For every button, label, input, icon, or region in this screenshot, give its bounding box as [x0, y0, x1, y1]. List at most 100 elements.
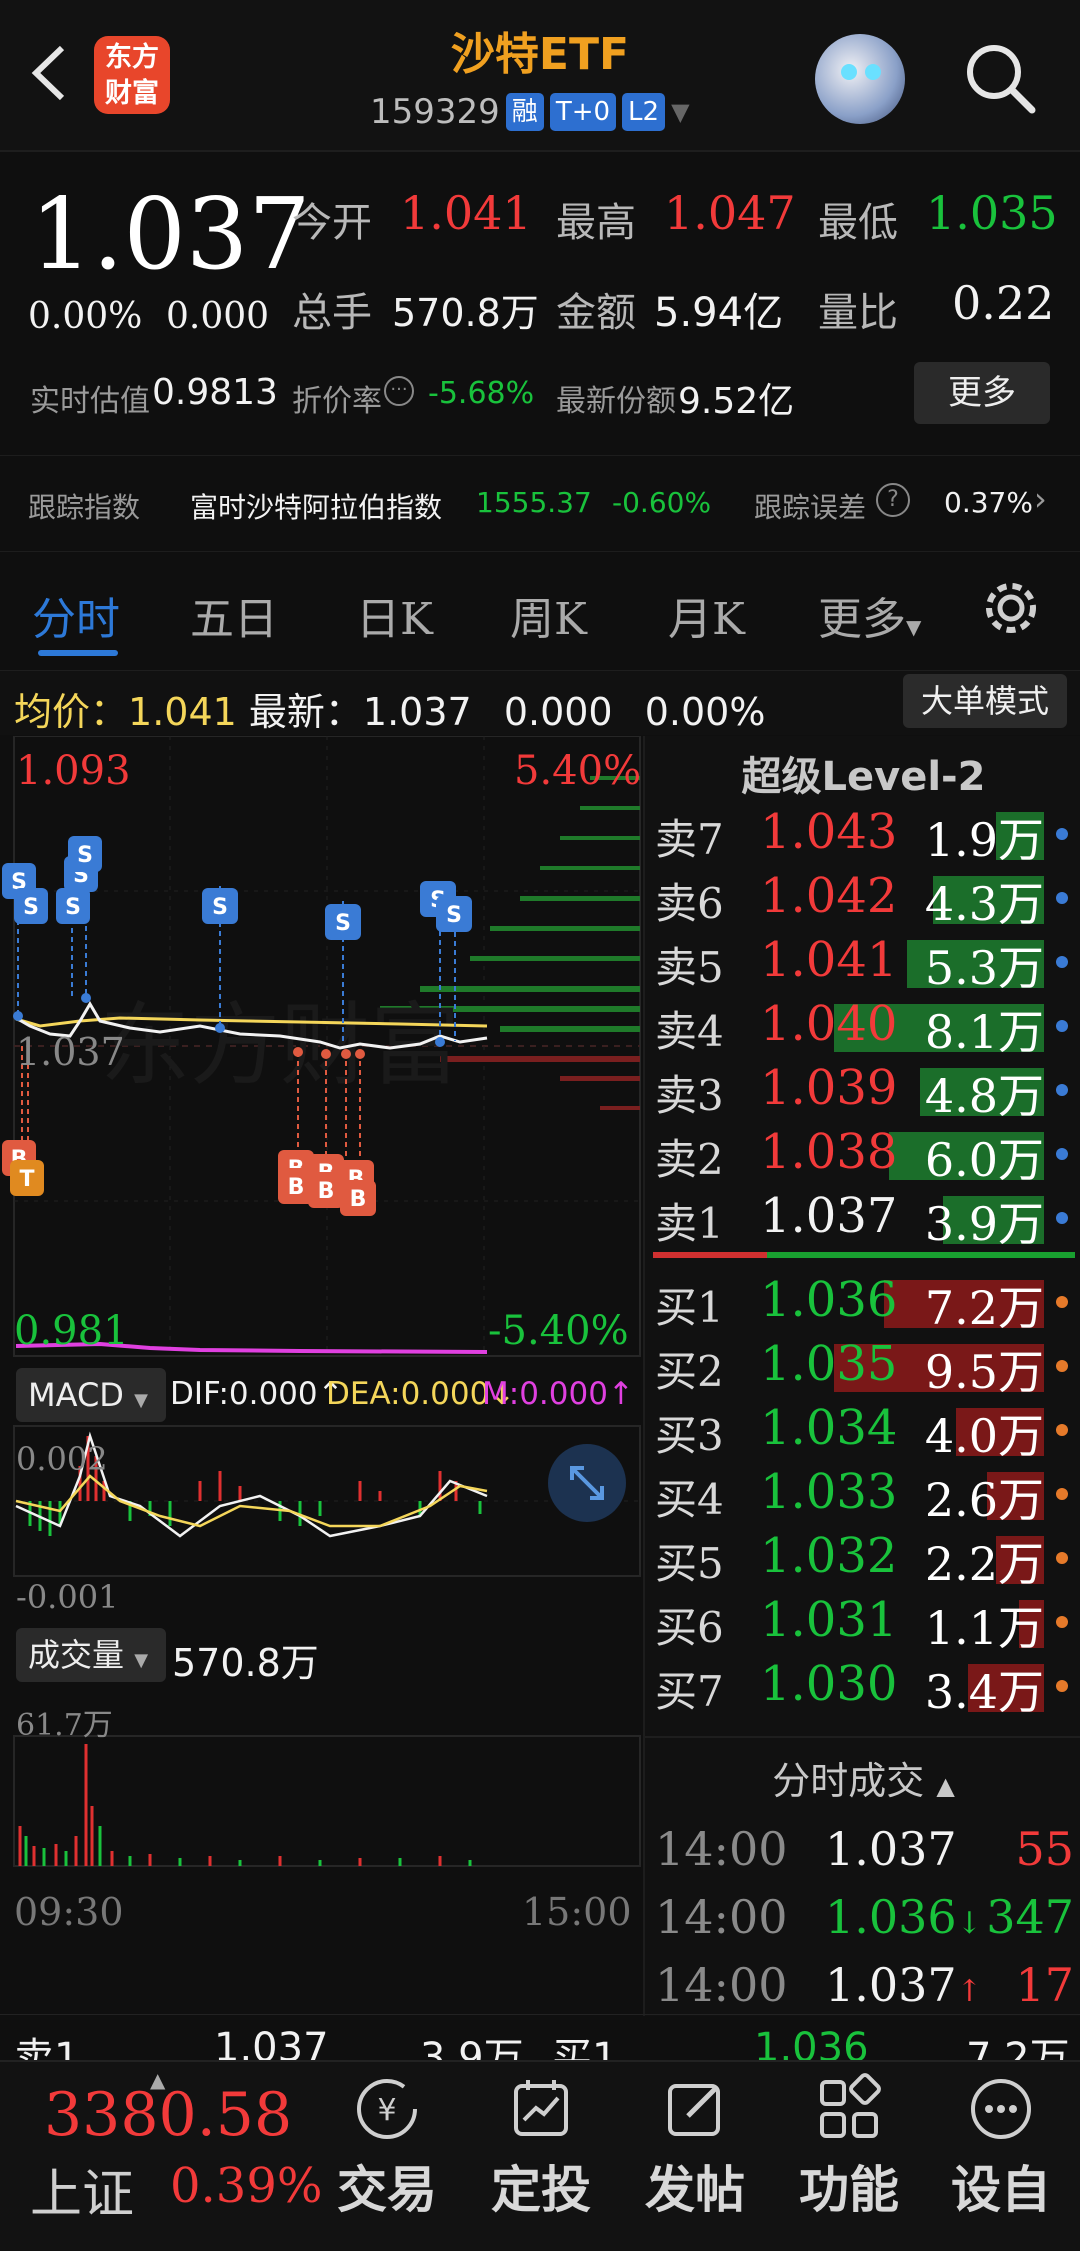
- sell-volume: 4.8万: [924, 1069, 1044, 1123]
- buy-order-dot: [1056, 1296, 1068, 1308]
- sell-level-label: 卖6: [655, 879, 724, 928]
- nav-custom[interactable]: 设自: [936, 2062, 1066, 2222]
- tab-weekly-k[interactable]: 周K: [510, 583, 587, 647]
- y-axis-top-label: 1.093: [16, 748, 131, 794]
- tracking-index-change: -0.60%: [612, 486, 712, 519]
- tab-daily-k[interactable]: 日K: [356, 583, 433, 647]
- nav-custom-label: 设自: [951, 2161, 1051, 2219]
- trade-row: 14:00 1.036↓ 347: [645, 1884, 1080, 1948]
- nav-investment-plan[interactable]: 定投: [476, 2062, 606, 2222]
- market-index-widget[interactable]: ▲ 3380.58 上证 0.39%: [14, 2068, 322, 2244]
- buy-row[interactable]: 买2 1.035 9.5万: [645, 1334, 1080, 1399]
- svg-text:¥: ¥: [377, 2093, 396, 2128]
- trade-time: 14:00: [655, 1958, 788, 2012]
- tab-more[interactable]: 更多▼: [818, 583, 921, 647]
- ratio-label: 量比: [818, 290, 898, 336]
- buy-level-label: 买1: [655, 1283, 724, 1332]
- fund-code: 159329: [370, 92, 500, 132]
- open-value: 1.041: [400, 186, 532, 240]
- buy-row[interactable]: 买7 1.030 3.4万: [645, 1654, 1080, 1719]
- sell-row[interactable]: 卖1 1.037 3.9万: [645, 1186, 1080, 1251]
- buy-order-dot: [1056, 1424, 1068, 1436]
- tab-more-label: 更多: [818, 594, 906, 645]
- macd-select-label: MACD: [28, 1376, 124, 1414]
- trade-row: 14:00 1.037↑ 17: [645, 1952, 1080, 2016]
- nav-trade[interactable]: ¥ 交易: [322, 2062, 452, 2222]
- sell-level-label: 卖3: [655, 1071, 724, 1120]
- volume-indicator-select[interactable]: 成交量 ▼: [16, 1628, 166, 1682]
- low-value: 1.035: [926, 186, 1058, 240]
- nav-function[interactable]: 功能: [784, 2062, 914, 2222]
- trades-title[interactable]: 分时成交 ▲: [645, 1750, 1080, 1805]
- buy-price: 1.036: [760, 1272, 898, 1328]
- nav-function-label: 功能: [799, 2161, 899, 2219]
- fund-code-line[interactable]: 159329 融 T+0 L2 ▼: [370, 88, 690, 136]
- sell-row[interactable]: 卖3 1.039 4.8万: [645, 1058, 1080, 1123]
- dropdown-triangle-icon: ▼: [671, 98, 690, 126]
- buy-level-label: 买6: [655, 1603, 724, 1652]
- expand-icon[interactable]: [548, 1444, 626, 1522]
- info-dots-icon[interactable]: ···: [384, 376, 414, 406]
- sell-price: 1.039: [760, 1060, 898, 1116]
- buy-row[interactable]: 买3 1.034 4.0万: [645, 1398, 1080, 1463]
- sell-level-label: 卖2: [655, 1135, 724, 1184]
- buy-row[interactable]: 买4 1.033 2.6万: [645, 1462, 1080, 1527]
- sell-row[interactable]: 卖7 1.043 1.9万: [645, 802, 1080, 867]
- back-icon[interactable]: [22, 38, 82, 108]
- buy-row[interactable]: 买1 1.036 7.2万: [645, 1270, 1080, 1335]
- nav-trade-label: 交易: [337, 2161, 437, 2219]
- strip-sell-vol: 3.9万: [420, 2035, 524, 2061]
- sell-volume: 4.3万: [924, 877, 1044, 931]
- tab-intraday[interactable]: 分时: [32, 583, 120, 647]
- robot-avatar-icon[interactable]: [815, 34, 905, 124]
- buy-order-dot: [1056, 1552, 1068, 1564]
- trade-direction-arrow: ↑: [956, 1974, 982, 2009]
- buy-row[interactable]: 买6 1.031 1.1万: [645, 1590, 1080, 1655]
- sell-order-dot: [1056, 892, 1068, 904]
- sell-row[interactable]: 卖5 1.041 5.3万: [645, 930, 1080, 995]
- logo-text-bottom: 财富: [105, 78, 159, 109]
- nav-post[interactable]: 发帖: [630, 2062, 760, 2222]
- more-button[interactable]: 更多: [914, 362, 1050, 424]
- index-change: 0.39%: [170, 2158, 323, 2214]
- sell-row[interactable]: 卖2 1.038 6.0万: [645, 1122, 1080, 1187]
- buy-order-dot: [1056, 1360, 1068, 1372]
- change-value: 0.000: [166, 296, 270, 337]
- trade-time: 14:00: [655, 1822, 788, 1876]
- gear-icon[interactable]: [980, 577, 1042, 639]
- caret-up-icon: ▲: [936, 1772, 955, 1800]
- estimate-label: 实时估值: [30, 384, 150, 419]
- high-value: 1.047: [664, 186, 796, 240]
- discount-label: 折价率: [292, 384, 382, 419]
- more-dots-icon: [936, 2062, 1066, 2146]
- sell-volume: 1.9万: [924, 813, 1044, 867]
- sell-row[interactable]: 卖4 1.040 8.1万: [645, 994, 1080, 1059]
- y-axis-bottom-label: 0.981: [14, 1308, 129, 1354]
- index-value: 3380.58: [44, 2080, 293, 2150]
- search-icon[interactable]: [960, 38, 1040, 118]
- caret-down-icon: ▼: [906, 615, 922, 639]
- trade-time: 14:00: [655, 1890, 788, 1944]
- help-icon[interactable]: ?: [876, 483, 910, 517]
- discount-value: -5.68%: [428, 376, 535, 411]
- tracking-error-value: 0.37%: [944, 486, 1033, 519]
- trade-price: 1.037: [825, 1822, 957, 1876]
- sell-row[interactable]: 卖6 1.042 4.3万: [645, 866, 1080, 931]
- nav-investment-plan-label: 定投: [491, 2161, 591, 2219]
- tracking-error-label: 跟踪误差: [754, 491, 867, 524]
- tracking-index-row[interactable]: 跟踪指数 富时沙特阿拉伯指数 1555.37 -0.60% 跟踪误差 ? 0.3…: [0, 455, 1080, 552]
- big-order-mode-button[interactable]: 大单模式: [903, 674, 1067, 728]
- strip-sell-price: 1.037: [214, 2025, 329, 2061]
- tab-five-day[interactable]: 五日: [190, 583, 278, 647]
- volume-max-label: 61.7万: [16, 1708, 113, 1743]
- avg-value: 1.041: [128, 690, 237, 734]
- buy-volume: 3.4万: [924, 1665, 1044, 1719]
- buy-row[interactable]: 买5 1.032 2.2万: [645, 1526, 1080, 1591]
- buy-volume: 2.6万: [924, 1473, 1044, 1527]
- ratio-value: 0.22: [952, 276, 1055, 330]
- buy-volume: 2.2万: [924, 1537, 1044, 1591]
- buy-level-label: 买7: [655, 1667, 724, 1716]
- macd-indicator-select[interactable]: MACD ▼: [16, 1368, 166, 1422]
- tab-monthly-k[interactable]: 月K: [668, 583, 745, 647]
- trade-row: 14:00 1.037 55: [645, 1816, 1080, 1880]
